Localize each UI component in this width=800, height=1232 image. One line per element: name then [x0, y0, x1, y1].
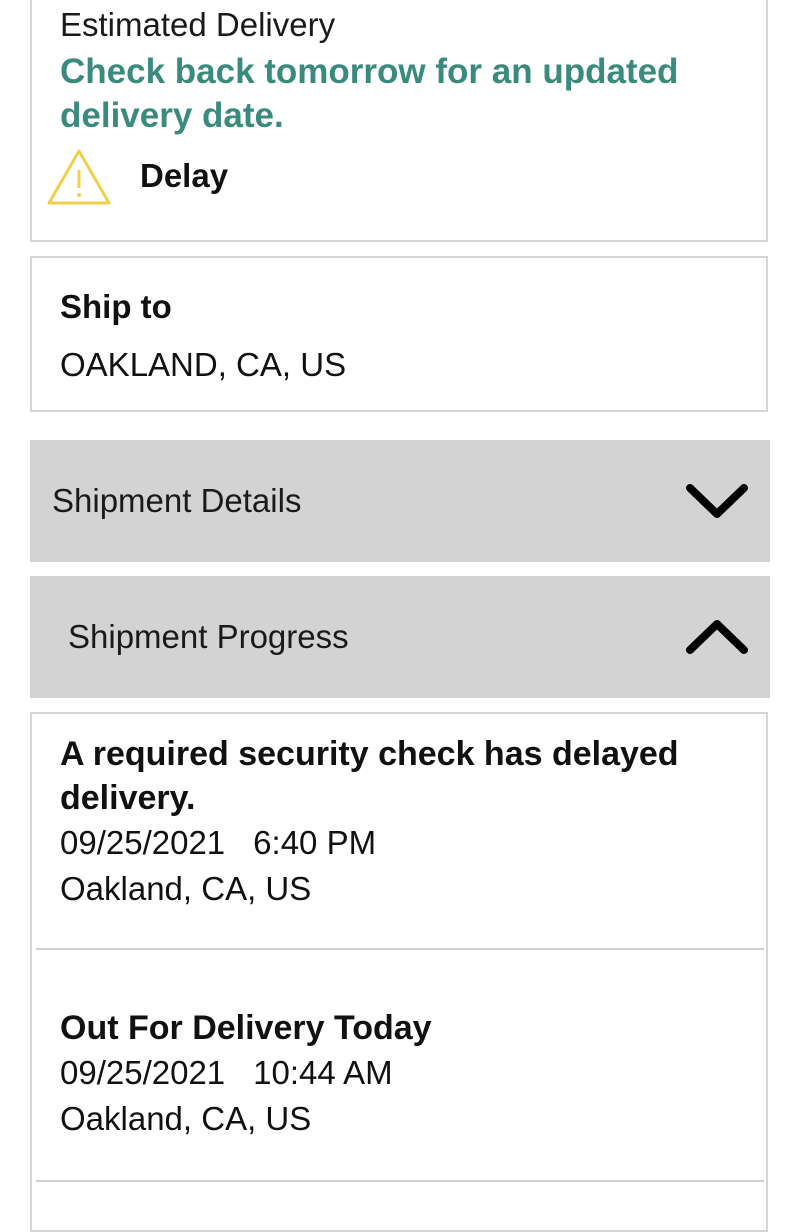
estimated-delivery-label: Estimated Delivery	[60, 6, 336, 43]
shipment-progress-accordion[interactable]: Shipment Progress	[30, 576, 770, 698]
progress-event-date: 09/25/2021	[60, 1054, 226, 1091]
warning-icon	[47, 149, 111, 205]
ship-to-title: Ship to	[60, 288, 172, 325]
progress-event: Out For Delivery Today 09/25/2021 10:44 A…	[38, 1006, 764, 1142]
delay-status-label: Delay	[140, 157, 229, 194]
estimated-delivery-card: Estimated Delivery Check back tomorrow f…	[30, 0, 768, 242]
progress-event-location: Oakland, CA, US	[60, 870, 312, 907]
chevron-up-icon[interactable]	[684, 616, 750, 658]
progress-event-datetime: 09/25/2021 10:44 AM	[60, 1050, 764, 1096]
estimated-delivery-message: Check back tomorrow for an updated deliv…	[60, 52, 679, 135]
progress-event-time: 6:40 PM	[253, 824, 377, 861]
progress-event-title: Out For Delivery Today	[60, 1009, 432, 1047]
shipment-progress-list: A required security check has delayed de…	[30, 712, 768, 1232]
progress-event-title: A required security check has delayed de…	[60, 735, 679, 817]
shipment-progress-label: Shipment Progress	[68, 618, 349, 655]
delay-status-row: Delay	[46, 148, 446, 208]
ship-to-card: Ship to OAKLAND, CA, US	[30, 256, 768, 412]
shipment-details-label: Shipment Details	[52, 482, 302, 519]
progress-event-location: Oakland, CA, US	[60, 1100, 312, 1137]
progress-event-datetime: 09/25/2021 6:40 PM	[60, 820, 764, 866]
ship-to-address: OAKLAND, CA, US	[60, 346, 347, 383]
divider	[36, 1180, 764, 1182]
progress-event-date: 09/25/2021	[60, 824, 226, 861]
progress-event-time: 10:44 AM	[253, 1054, 393, 1091]
chevron-down-icon[interactable]	[684, 480, 750, 522]
divider	[36, 948, 764, 950]
progress-event: A required security check has delayed de…	[38, 732, 764, 912]
shipment-details-accordion[interactable]: Shipment Details	[30, 440, 770, 562]
